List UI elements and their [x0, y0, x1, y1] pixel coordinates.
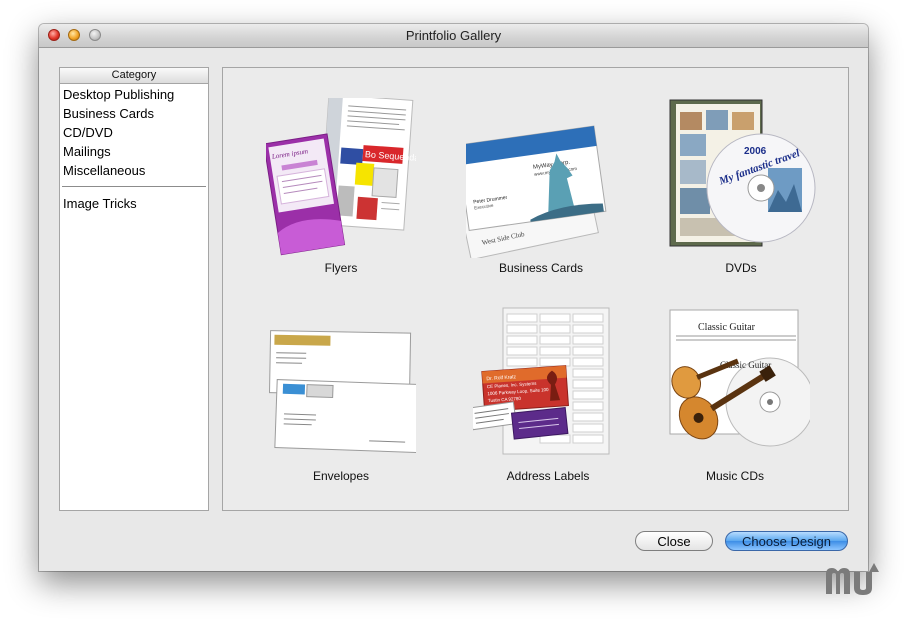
- business-cards-thumbnail: West Side Club MyWay, Corp. www.mywaycor…: [466, 125, 607, 258]
- address-labels-label: Address Labels: [506, 469, 590, 483]
- envelopes-thumbnail: [269, 330, 416, 454]
- gallery-item-address-labels[interactable]: Dr. Rolf Kratz CE Planes, Inc. Systems 1…: [473, 306, 623, 506]
- flyers-label: Flyers: [324, 261, 358, 275]
- category-mailings[interactable]: Mailings: [60, 142, 208, 161]
- gallery-item-flyers[interactable]: Bo Sequenda Lorem ipsum Flyers: [266, 98, 416, 298]
- gallery-item-dvds[interactable]: My fantastic travel 2006 DVDs: [666, 98, 816, 298]
- dvds-label: DVDs: [725, 261, 757, 275]
- category-image-tricks[interactable]: Image Tricks: [60, 194, 208, 213]
- category-desktop-publishing[interactable]: Desktop Publishing: [60, 85, 208, 104]
- close-button[interactable]: Close: [635, 531, 713, 551]
- gallery-item-envelopes[interactable]: Envelopes: [266, 306, 416, 506]
- music-cds-thumbnail: Classic Guitar Classic Guitar: [669, 309, 810, 447]
- design-gallery: Bo Sequenda Lorem ipsum Flyers West Side…: [222, 67, 849, 511]
- category-cd-dvd[interactable]: CD/DVD: [60, 123, 208, 142]
- gallery-item-business-cards[interactable]: West Side Club MyWay, Corp. www.mywaycor…: [466, 98, 616, 298]
- envelopes-label: Envelopes: [312, 469, 370, 483]
- music-cover-title: Classic Guitar: [698, 322, 756, 333]
- category-header[interactable]: Category: [60, 68, 208, 84]
- dvds-thumbnail: My fantastic travel 2006: [669, 99, 816, 247]
- gallery-item-music-cds[interactable]: Classic Guitar Classic Guitar Music CDs: [660, 306, 810, 506]
- category-list[interactable]: Category Desktop Publishing Business Car…: [59, 67, 209, 511]
- category-business-cards[interactable]: Business Cards: [60, 104, 208, 123]
- flyers-thumbnail: Bo Sequenda Lorem ipsum: [266, 98, 416, 256]
- music-cds-label: Music CDs: [705, 469, 764, 483]
- choose-design-button[interactable]: Choose Design: [725, 531, 848, 551]
- category-miscellaneous[interactable]: Miscellaneous: [60, 161, 208, 180]
- title-bar[interactable]: Printfolio Gallery: [39, 24, 868, 48]
- gallery-window: Printfolio Gallery Category Desktop Publ…: [39, 24, 868, 571]
- business-cards-label: Business Cards: [498, 261, 584, 275]
- macupdate-logo-icon: [826, 563, 879, 595]
- window-title: Printfolio Gallery: [405, 28, 502, 43]
- category-separator: [62, 186, 206, 187]
- address-labels-thumbnail: Dr. Rolf Kratz CE Planes, Inc. Systems 1…: [473, 307, 610, 455]
- dvd-year: 2006: [744, 146, 767, 157]
